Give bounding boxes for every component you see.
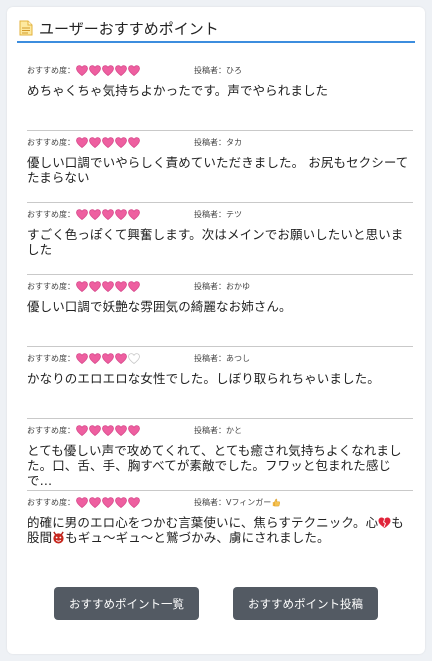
review-text: 優しい口調でいやらしく責めていただきました。 お尻もセクシーてたまらない xyxy=(27,155,409,185)
rating-hearts xyxy=(76,352,141,364)
heart-filled-icon xyxy=(89,64,101,76)
rating-hearts xyxy=(76,136,141,148)
heart-filled-icon xyxy=(76,208,88,220)
poster-name: 投稿者：おかゆ xyxy=(194,279,250,293)
heart-filled-icon xyxy=(89,280,101,292)
heart-filled-icon xyxy=(115,496,127,508)
heart-filled-icon xyxy=(102,208,114,220)
review-text: めちゃくちゃ気持ちよかったです。声でやられました xyxy=(27,83,329,98)
heart-filled-icon xyxy=(128,424,140,436)
heart-empty-icon xyxy=(128,352,140,364)
heart-filled-icon xyxy=(102,424,114,436)
rating-hearts xyxy=(76,208,141,220)
heart-filled-icon xyxy=(76,352,88,364)
recommendation-list-button[interactable]: おすすめポイント一覧 xyxy=(54,587,199,620)
heart-filled-icon xyxy=(89,352,101,364)
review-meta: おすすめ度： 投稿者：テツ xyxy=(27,207,413,221)
heart-filled-icon xyxy=(76,280,88,292)
review-text-part: もギュ～ギュ～と鷲づかみ、虜にされました。 xyxy=(65,530,330,545)
rating-label: おすすめ度： xyxy=(27,137,75,147)
heart-filled-icon xyxy=(115,208,127,220)
heart-filled-icon xyxy=(115,352,127,364)
heart-filled-icon xyxy=(128,280,140,292)
heart-filled-icon xyxy=(128,136,140,148)
poster-label: 投稿者：ひろ xyxy=(194,65,242,75)
poster-name: 投稿者：ひろ xyxy=(194,63,242,77)
rating-hearts xyxy=(76,64,141,76)
heart-filled-icon xyxy=(89,496,101,508)
heart-filled-icon xyxy=(102,352,114,364)
review-text: とても優しい声で攻めてくれて、とても癒され気持ちよくなれました。口、舌、手、胸す… xyxy=(27,443,402,488)
poster-label: 投稿者：テツ xyxy=(194,209,242,219)
heart-filled-icon xyxy=(102,64,114,76)
review-divider xyxy=(27,274,413,275)
review-meta: おすすめ度： 投稿者：Vフィンガー xyxy=(27,495,413,509)
review-meta: おすすめ度： 投稿者：あつし xyxy=(27,351,413,365)
devil-face-icon xyxy=(53,531,64,544)
review-divider xyxy=(27,490,413,491)
heart-filled-icon xyxy=(128,496,140,508)
poster-label: 投稿者：あつし xyxy=(194,353,250,363)
poster-label: 投稿者：おかゆ xyxy=(194,281,250,291)
heart-filled-icon xyxy=(115,64,127,76)
rating-label: おすすめ度： xyxy=(27,353,75,363)
review-text-part: 的確に男のエロ心をつかむ言葉使いに、焦らすテクニック。心 xyxy=(27,515,379,530)
header-rule xyxy=(17,41,415,43)
rating-hearts xyxy=(76,424,141,436)
heart-filled-icon xyxy=(102,280,114,292)
heart-filled-icon xyxy=(102,496,114,508)
heart-filled-icon xyxy=(76,496,88,508)
poster-name: 投稿者：テツ xyxy=(194,207,242,221)
thumbs-up-icon xyxy=(273,498,281,506)
document-icon xyxy=(19,20,33,36)
broken-heart-icon xyxy=(378,517,391,529)
rating-label: おすすめ度： xyxy=(27,65,75,75)
post-recommendation-button[interactable]: おすすめポイント投稿 xyxy=(233,587,378,620)
poster-name: 投稿者：あつし xyxy=(194,351,250,365)
review-divider xyxy=(27,418,413,419)
review-text: 的確に男のエロ心をつかむ言葉使いに、焦らすテクニック。心 も股間 もギュ～ギュ～と鷲… xyxy=(27,515,409,545)
heart-filled-icon xyxy=(89,136,101,148)
heart-filled-icon xyxy=(76,424,88,436)
rating-label: おすすめ度： xyxy=(27,497,75,507)
rating-label: おすすめ度： xyxy=(27,209,75,219)
review-meta: おすすめ度： 投稿者：かと xyxy=(27,423,413,437)
rating-label: おすすめ度： xyxy=(27,425,75,435)
poster-name: 投稿者：Vフィンガー xyxy=(194,495,281,509)
review-divider xyxy=(27,130,413,131)
page-title: ユーザーおすすめポイント xyxy=(39,19,219,38)
heart-filled-icon xyxy=(128,64,140,76)
review-meta: おすすめ度： 投稿者：タカ xyxy=(27,135,413,149)
review-meta: おすすめ度： 投稿者：ひろ xyxy=(27,63,413,77)
section-header: ユーザーおすすめポイント xyxy=(19,16,415,40)
review-meta: おすすめ度： 投稿者：おかゆ xyxy=(27,279,413,293)
review-text: かなりのエロエロな女性でした。しぼり取られちゃいました。 xyxy=(27,371,380,386)
poster-label: 投稿者：タカ xyxy=(194,137,242,147)
poster-label: 投稿者：かと xyxy=(194,425,242,435)
rating-hearts xyxy=(76,280,141,292)
heart-filled-icon xyxy=(115,424,127,436)
heart-filled-icon xyxy=(115,136,127,148)
review-text: すごく色っぽくて興奮します。次はメインでお願いしたいと思いました xyxy=(27,227,404,257)
heart-filled-icon xyxy=(76,64,88,76)
heart-filled-icon xyxy=(89,424,101,436)
poster-name: 投稿者：かと xyxy=(194,423,242,437)
heart-filled-icon xyxy=(76,136,88,148)
heart-filled-icon xyxy=(115,280,127,292)
review-divider xyxy=(27,346,413,347)
poster-label: 投稿者：Vフィンガー xyxy=(194,497,272,507)
heart-filled-icon xyxy=(102,136,114,148)
poster-name: 投稿者：タカ xyxy=(194,135,242,149)
heart-filled-icon xyxy=(128,208,140,220)
rating-hearts xyxy=(76,496,141,508)
review-divider xyxy=(27,202,413,203)
heart-filled-icon xyxy=(89,208,101,220)
recommendation-card: ユーザーおすすめポイント おすすめ度： 投稿者：ひろめちゃくちゃ気持ちよかったです… xyxy=(7,7,425,654)
review-text: 優しい口調で妖艶な雰囲気の綺麗なお姉さん。 xyxy=(27,299,292,314)
rating-label: おすすめ度： xyxy=(27,281,75,291)
